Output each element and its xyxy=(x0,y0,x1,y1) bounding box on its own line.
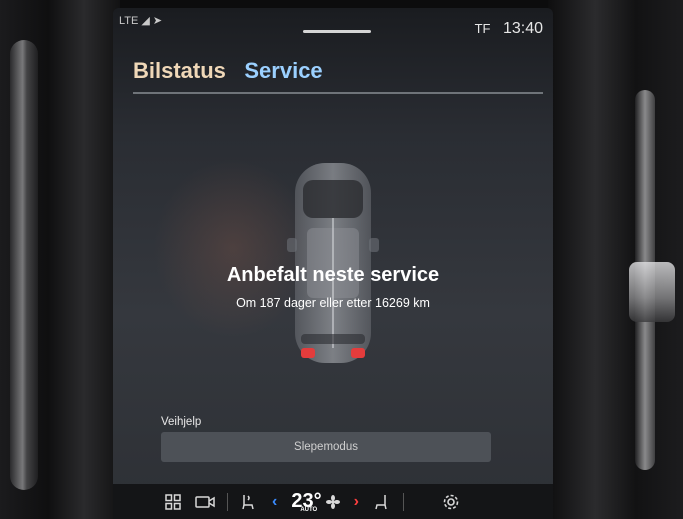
signal-indicator: LTE ◢ ➤ xyxy=(119,15,163,27)
seat-heat-right-icon[interactable] xyxy=(373,493,389,511)
tab-divider xyxy=(133,92,543,94)
infotainment-screen: LTE ◢ ➤ TF 13:40 Bilstatus Service Anbef… xyxy=(113,8,553,519)
right-bezel xyxy=(548,0,683,519)
temperature-mode: AUTO xyxy=(300,507,318,513)
climate-bar: ‹ 23° AUTO › xyxy=(113,484,553,519)
chevron-left-icon[interactable]: ‹ xyxy=(272,493,277,511)
pull-down-handle[interactable] xyxy=(303,30,371,33)
climate-divider xyxy=(402,492,404,511)
fan-icon[interactable] xyxy=(325,494,340,509)
service-subtitle: Om 187 dager eller etter 16269 km xyxy=(236,296,430,310)
section-label-veihjelp: Veihjelp xyxy=(161,416,202,428)
camera-icon[interactable] xyxy=(195,495,215,509)
clock: 13:40 xyxy=(502,20,543,37)
status-right: TF 13:40 xyxy=(475,20,543,38)
tab-service[interactable]: Service xyxy=(244,58,322,84)
settings-gear-icon[interactable] xyxy=(442,493,460,511)
tow-mode-button[interactable]: Slepemodus xyxy=(161,432,491,462)
status-bar: LTE ◢ ➤ TF 13:40 xyxy=(113,8,553,38)
tab-bar: Bilstatus Service xyxy=(133,58,337,90)
apps-grid-icon[interactable] xyxy=(165,493,181,510)
chevron-right-icon[interactable]: › xyxy=(354,493,359,511)
car-topview-icon xyxy=(287,163,379,363)
service-title: Anbefalt neste service xyxy=(226,264,440,286)
network-indicator: TF xyxy=(474,21,491,36)
climate-divider xyxy=(227,492,228,511)
temperature-display[interactable]: 23° AUTO xyxy=(291,490,321,513)
tab-bilstatus[interactable]: Bilstatus xyxy=(133,58,226,84)
left-chrome-trim xyxy=(10,40,38,490)
volume-knob[interactable] xyxy=(629,262,675,322)
seat-heat-left-icon[interactable] xyxy=(240,493,256,511)
